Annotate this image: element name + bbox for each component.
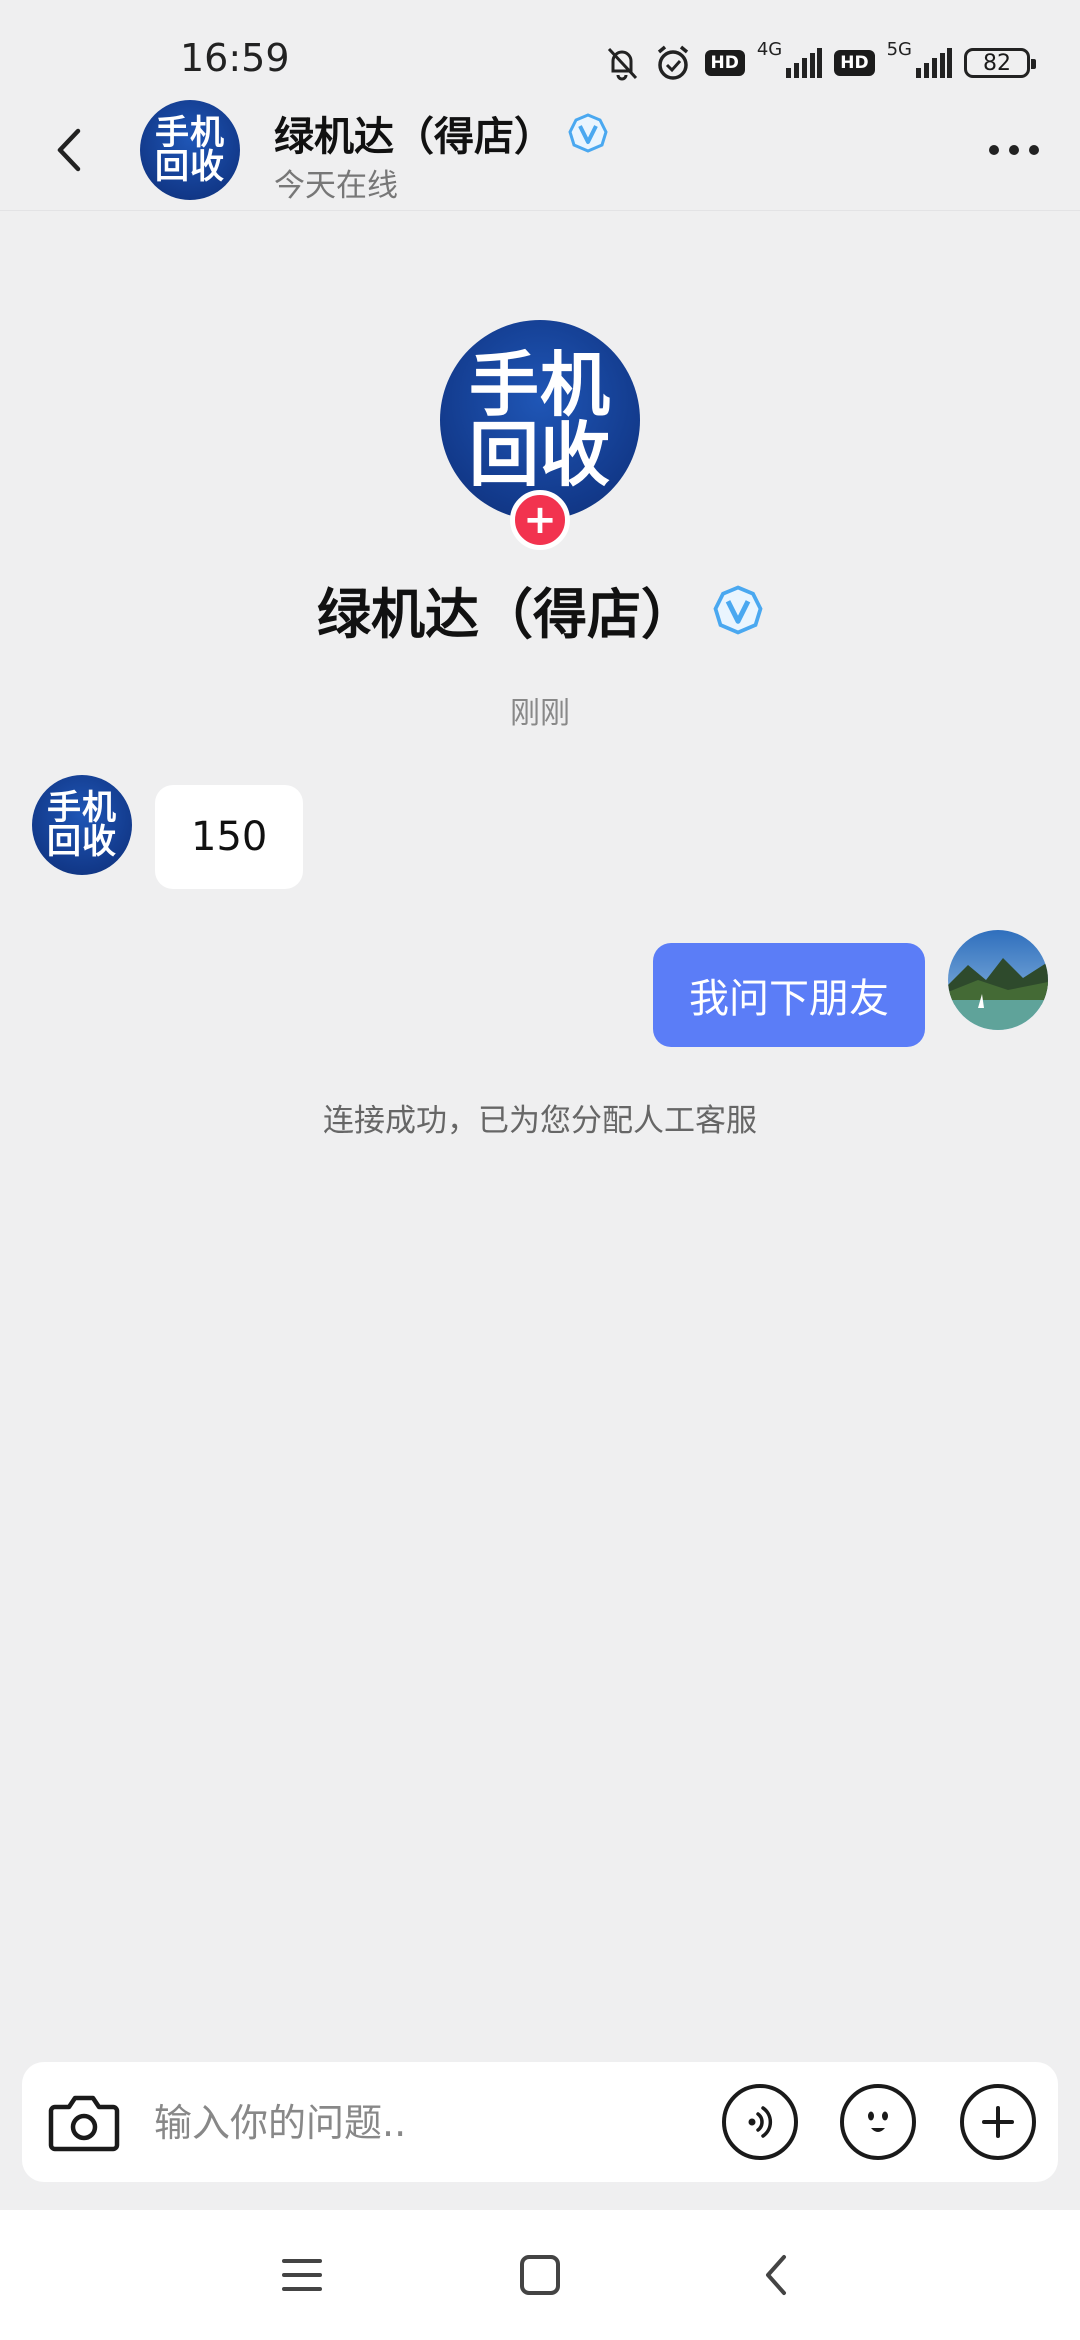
alarm-icon [653, 43, 693, 83]
home-square-icon [520, 2255, 560, 2295]
user-avatar[interactable] [948, 930, 1048, 1030]
signal-icon-2 [916, 48, 952, 78]
nav-menu-button[interactable] [272, 2245, 332, 2305]
avatar-text-line1: 手机 [469, 344, 611, 426]
system-nav-bar [0, 2210, 1080, 2340]
status-bar: 16:59 HD 4G HD 5G 82 [0, 0, 1080, 110]
status-icons: HD 4G HD 5G 82 [603, 38, 1036, 88]
follow-button[interactable]: + [510, 490, 570, 550]
battery-level: 82 [983, 50, 1011, 76]
nav-home-button[interactable] [510, 2245, 570, 2305]
more-button[interactable] [978, 125, 1050, 175]
emoji-button[interactable] [840, 2084, 916, 2160]
incoming-message-bubble[interactable]: 150 [155, 785, 304, 889]
avatar-text-line1: 手机 [155, 113, 225, 153]
verified-badge-icon [713, 584, 763, 635]
more-dot [1009, 145, 1019, 155]
hd-badge-2: HD [834, 50, 875, 76]
back-button[interactable] [40, 120, 100, 180]
online-status: 今天在线 [274, 168, 398, 204]
hd-badge: HD [704, 50, 745, 76]
verified-badge-icon [568, 113, 608, 153]
more-options-button[interactable] [960, 2084, 1036, 2160]
profile-name-row: 绿机达（得店） [0, 570, 1080, 649]
nav-back-icon [766, 2255, 786, 2295]
camera-icon [48, 2095, 120, 2152]
landscape-avatar-image [948, 930, 1048, 1030]
profile-name: 绿机达（得店） [317, 583, 695, 646]
battery-icon: 82 [964, 48, 1036, 78]
plus-icon [982, 2106, 1014, 2138]
avatar-text-line2: 回收 [469, 414, 611, 496]
avatar-text-line2: 回收 [47, 822, 117, 862]
system-notice: 连接成功，已为您分配人工客服 [323, 1103, 757, 1139]
network-label-5g: 5G [886, 38, 912, 60]
camera-button[interactable] [44, 2082, 124, 2162]
avatar-text-line1: 手机 [47, 788, 117, 828]
more-dot [989, 145, 999, 155]
emoji-icon [868, 2111, 888, 2132]
input-bar [22, 2062, 1058, 2182]
menu-icon [282, 2259, 322, 2291]
outgoing-message-bubble[interactable]: 我问下朋友 [653, 943, 925, 1047]
more-dot [1029, 145, 1039, 155]
signal-icon [786, 48, 823, 78]
status-time: 16:59 [180, 36, 290, 80]
nav-back-button[interactable] [746, 2245, 806, 2305]
mute-bell-icon [603, 44, 641, 82]
header-title: 绿机达（得店） [274, 114, 554, 160]
message-input[interactable] [152, 2092, 716, 2154]
message-timestamp: 刚刚 [510, 696, 570, 731]
avatar-text-line2: 回收 [155, 147, 225, 187]
shop-avatar[interactable]: 手机 回收 [32, 775, 132, 875]
chat-header: 手机 回收 绿机达（得店） 今天在线 [0, 100, 1080, 211]
network-label-4g: 4G [756, 38, 783, 60]
chevron-left-icon [57, 128, 81, 172]
voice-icon [748, 2106, 773, 2138]
header-title-row[interactable]: 绿机达（得店） [274, 104, 608, 162]
header-avatar[interactable]: 手机 回收 [140, 100, 240, 200]
voice-button[interactable] [722, 2084, 798, 2160]
